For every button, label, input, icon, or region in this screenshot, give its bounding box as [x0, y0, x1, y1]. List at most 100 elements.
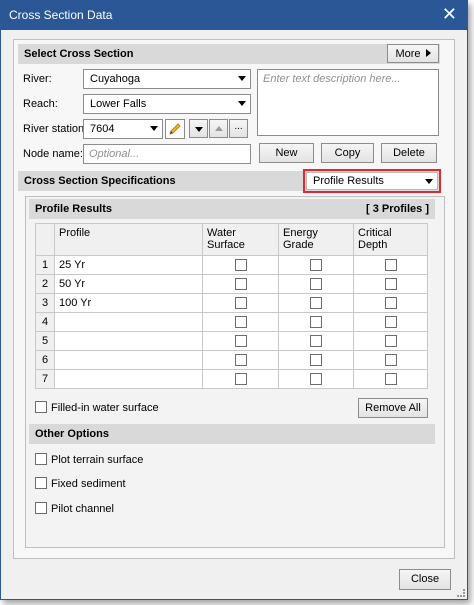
cross-section-data-window: Cross Section Data ✕ Select Cross Sectio…: [0, 0, 468, 600]
water-surface-checkbox[interactable]: [234, 354, 247, 367]
critical-depth-checkbox[interactable]: [384, 297, 397, 310]
reach-select[interactable]: Lower Falls: [83, 94, 251, 114]
table-row[interactable]: 7: [35, 369, 428, 389]
table-row[interactable]: 2 50 Yr: [35, 274, 428, 294]
profile-name-cell[interactable]: [54, 312, 203, 332]
pilot-channel-label: Pilot channel: [51, 503, 114, 515]
critical-depth-checkbox[interactable]: [384, 373, 397, 386]
row-number: 7: [35, 369, 55, 389]
next-station-button[interactable]: [189, 119, 208, 138]
critical-depth-checkbox[interactable]: [384, 354, 397, 367]
row-number: 3: [35, 293, 55, 313]
water-surface-checkbox[interactable]: [234, 316, 247, 329]
table-row[interactable]: 6: [35, 350, 428, 370]
critical-depth-column-header: Critical Depth: [353, 223, 428, 256]
node-name-placeholder: Optional...: [89, 148, 140, 160]
more-label: More: [395, 48, 421, 60]
profile-name-cell[interactable]: 25 Yr: [54, 255, 203, 275]
row-number: 1: [35, 255, 55, 275]
profile-name-cell[interactable]: [54, 369, 203, 389]
window-title: Cross Section Data: [9, 8, 113, 22]
profile-name-cell[interactable]: 50 Yr: [54, 274, 203, 294]
resize-grip-icon[interactable]: [457, 589, 465, 597]
delete-label: Delete: [393, 147, 425, 159]
table-row[interactable]: 3 100 Yr: [35, 293, 428, 313]
critical-depth-checkbox[interactable]: [384, 278, 397, 291]
close-button[interactable]: Close: [399, 569, 451, 590]
water-surface-checkbox[interactable]: [234, 297, 247, 310]
node-name-input[interactable]: Optional...: [83, 144, 251, 164]
ellipsis-label: ...: [234, 121, 243, 132]
river-value: Cuyahoga: [90, 73, 141, 85]
critical-depth-checkbox[interactable]: [384, 259, 397, 272]
chevron-down-icon: [425, 179, 433, 184]
chevron-down-icon: [150, 126, 158, 131]
description-input[interactable]: Enter text description here...: [257, 69, 439, 136]
plot-terrain-option[interactable]: Plot terrain surface: [35, 453, 143, 466]
pilot-channel-checkbox[interactable]: [35, 502, 47, 514]
select-section-title: Select Cross Section: [24, 48, 134, 60]
title-bar: Cross Section Data ✕: [1, 1, 467, 30]
table-row[interactable]: 5: [35, 331, 428, 351]
specs-view-select[interactable]: Profile Results: [306, 172, 438, 190]
water-surface-checkbox[interactable]: [234, 278, 247, 291]
chevron-down-icon: [238, 76, 246, 81]
fixed-sediment-checkbox[interactable]: [35, 477, 47, 489]
filled-water-surface-option[interactable]: Filled-in water surface: [35, 401, 159, 414]
profile-name-cell[interactable]: [54, 331, 203, 351]
delete-button[interactable]: Delete: [381, 143, 437, 163]
energy-grade-checkbox[interactable]: [310, 354, 322, 367]
more-button[interactable]: More: [387, 44, 439, 63]
profile-name-cell[interactable]: 100 Yr: [54, 293, 203, 313]
river-station-select[interactable]: 7604: [83, 119, 163, 139]
row-number: 2: [35, 274, 55, 294]
river-station-label: River station:: [23, 123, 88, 135]
pilot-channel-option[interactable]: Pilot channel: [35, 502, 114, 515]
profile-column-header: Profile: [54, 223, 203, 256]
profile-name-cell[interactable]: [54, 350, 203, 370]
row-number: 4: [35, 312, 55, 332]
other-options-title: Other Options: [35, 428, 109, 440]
energy-grade-checkbox[interactable]: [310, 316, 322, 329]
profile-results-title: Profile Results: [35, 203, 113, 215]
river-select[interactable]: Cuyahoga: [83, 69, 251, 89]
triangle-up-icon: [215, 126, 223, 131]
critical-depth-checkbox[interactable]: [384, 316, 397, 329]
copy-button[interactable]: Copy: [321, 143, 374, 163]
reach-value: Lower Falls: [90, 98, 147, 110]
close-icon[interactable]: ✕: [442, 4, 457, 24]
close-label: Close: [410, 573, 440, 585]
right-arrow-icon: [425, 49, 431, 57]
water-surface-column-header: Water Surface: [202, 223, 279, 256]
fixed-sediment-label: Fixed sediment: [51, 478, 126, 490]
previous-station-button[interactable]: [209, 119, 228, 138]
river-label: River:: [23, 73, 52, 85]
critical-depth-checkbox[interactable]: [384, 335, 397, 348]
specs-title: Cross Section Specifications: [24, 175, 176, 187]
water-surface-checkbox[interactable]: [234, 373, 247, 386]
energy-grade-checkbox[interactable]: [310, 335, 322, 348]
table-header-row: Profile Water Surface Energy Grade Criti…: [35, 223, 428, 256]
plot-terrain-checkbox[interactable]: [35, 453, 47, 465]
remove-all-button[interactable]: Remove All: [358, 398, 428, 418]
profile-count: [ 3 Profiles ]: [366, 203, 429, 215]
filled-water-surface-checkbox[interactable]: [35, 401, 47, 413]
browse-station-button[interactable]: ...: [229, 119, 248, 138]
water-surface-checkbox[interactable]: [234, 335, 247, 348]
water-surface-checkbox[interactable]: [234, 259, 247, 272]
new-button[interactable]: New: [259, 143, 314, 163]
water-surface-label-1: Water: [207, 227, 236, 239]
energy-grade-checkbox[interactable]: [310, 373, 322, 386]
energy-grade-checkbox[interactable]: [310, 259, 322, 272]
table-row[interactable]: 1 25 Yr: [35, 255, 428, 275]
plot-terrain-label: Plot terrain surface: [51, 454, 144, 466]
energy-grade-checkbox[interactable]: [310, 278, 322, 291]
edit-station-button[interactable]: [165, 119, 185, 139]
energy-grade-checkbox[interactable]: [310, 297, 322, 310]
pencil-icon: [169, 123, 181, 135]
fixed-sediment-option[interactable]: Fixed sediment: [35, 477, 126, 490]
river-station-value: 7604: [90, 123, 115, 135]
energy-grade-label-1: Energy: [283, 227, 318, 239]
profile-column-label: Profile: [59, 227, 91, 239]
table-row[interactable]: 4: [35, 312, 428, 332]
